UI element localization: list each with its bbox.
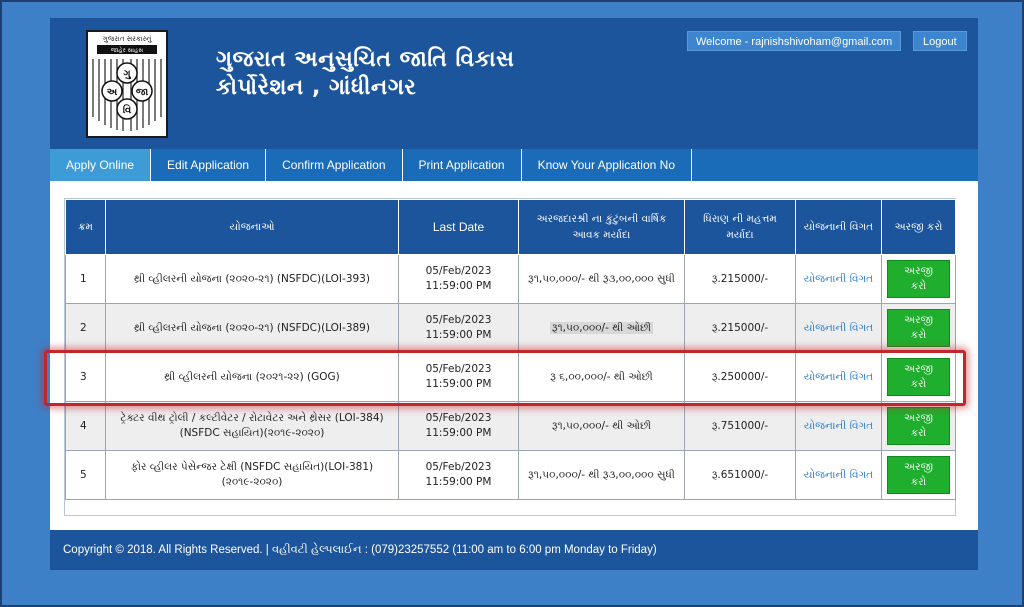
- scheme-table-container: ક્રમ યોજનાઓ Last Date અરજદારશ્રી ના કુંટ…: [64, 198, 956, 516]
- row-income-limit: રૂ૧,૫૦,૦૦૦/- થી ઓછી: [518, 401, 685, 451]
- row-serial: 4: [65, 401, 106, 451]
- row-details-cell: યોજનાની વિગત: [795, 352, 882, 402]
- row-max-loan: રૂ.215000/-: [684, 254, 796, 304]
- apply-button[interactable]: અરજી કરો: [887, 358, 950, 396]
- scheme-details-link[interactable]: યોજનાની વિગત: [804, 273, 873, 285]
- row-details-cell: યોજનાની વિગત: [795, 303, 882, 353]
- row-apply-cell: અરજી કરો: [881, 254, 956, 304]
- table-header-row: ક્રમ યોજનાઓ Last Date અરજદારશ્રી ના કુંટ…: [65, 199, 956, 255]
- row-serial: 3: [65, 352, 106, 402]
- row-apply-cell: અરજી કરો: [881, 450, 956, 500]
- logo-letter-top: ગુ: [123, 69, 131, 80]
- logo-letter-bottom: વિ: [123, 103, 132, 116]
- row-scheme-name: ફોર વ્હીલર પેસેન્જર ટેક્ષી (NSFDC સહાયિત…: [105, 450, 399, 500]
- main-nav: Apply Online Edit Application Confirm Ap…: [50, 149, 978, 181]
- logo-top-text: ગુજરાત સરકારનું: [103, 35, 152, 43]
- row-apply-cell: અરજી કરો: [881, 401, 956, 451]
- row-details-cell: યોજનાની વિગત: [795, 401, 882, 451]
- logo-sub-text: જાહેર સાહસ: [111, 46, 143, 54]
- row-last-date: 05/Feb/2023 11:59:00 PM: [398, 254, 519, 304]
- scheme-details-link[interactable]: યોજનાની વિગત: [804, 371, 873, 383]
- row-apply-cell: અરજી કરો: [881, 303, 956, 353]
- table-row: 1 થ્રી વ્હીલરની યોજના (૨૦૨૦-૨૧) (NSFDC)(…: [65, 254, 956, 304]
- scheme-details-link[interactable]: યોજનાની વિગત: [804, 420, 873, 432]
- table-row: 2 થ્રી વ્હીલરની યોજના (૨૦૨૦-૨૧) (NSFDC)(…: [65, 303, 956, 353]
- row-max-loan: રૂ.250000/-: [684, 352, 796, 402]
- row-scheme-name: થ્રી વ્હીલરની યોજના (૨૦૨૧-૨૨) (GOG): [105, 352, 399, 402]
- row-income-limit: રૂ ૬,૦૦,૦૦૦/- થી ઓછી: [518, 352, 685, 402]
- logo-letter-right: જા: [136, 87, 149, 98]
- row-details-cell: યોજનાની વિગત: [795, 254, 882, 304]
- header-scheme-details: યોજનાની વિગત: [795, 199, 882, 255]
- nav-confirm-application[interactable]: Confirm Application: [266, 149, 403, 181]
- header-income-limit: અરજદારશ્રી ના કુંટુંબની વાર્ષિક આવક મર્ય…: [518, 199, 685, 255]
- table-row: 3 થ્રી વ્હીલરની યોજના (૨૦૨૧-૨૨) (GOG) 05…: [65, 352, 956, 402]
- row-income-limit: રૂ૧,૫૦,૦૦૦/- થી રૂ૩,૦૦,૦૦૦ સુધી: [518, 450, 685, 500]
- nav-print-application[interactable]: Print Application: [403, 149, 522, 181]
- scheme-details-link[interactable]: યોજનાની વિગત: [804, 469, 873, 481]
- site-footer: Copyright © 2018. All Rights Reserved. |…: [50, 530, 978, 570]
- organization-title-line2: કોર્પોરેશન , ગાંધીનગર: [216, 75, 417, 100]
- row-scheme-name: થ્રી વ્હીલરની યોજના (૨૦૨૦-૨૧) (NSFDC)(LO…: [105, 303, 399, 353]
- table-row: 4 ટ્રેક્ટર વીથ ટ્રોલી / કલ્ટીવેટર / રોટા…: [65, 401, 956, 451]
- header-schemes: યોજનાઓ: [105, 199, 399, 255]
- row-last-date: 05/Feb/2023 11:59:00 PM: [398, 401, 519, 451]
- nav-apply-online[interactable]: Apply Online: [50, 149, 152, 181]
- row-last-date: 05/Feb/2023 11:59:00 PM: [398, 450, 519, 500]
- site-header: ગુજરાત સરકારનું જાહેર સાહસ ગુ અ જા વિ ગુ…: [50, 18, 978, 149]
- header-max-loan: ધિરાણ ની મહત્તમ મર્યાદા: [684, 199, 796, 255]
- apply-button[interactable]: અરજી કરો: [887, 309, 950, 347]
- logo-letter-left: અ: [107, 87, 118, 98]
- row-scheme-name: થ્રી વ્હીલરની યોજના (૨૦૨૦-૨૧) (NSFDC)(LO…: [105, 254, 399, 304]
- scheme-table: ક્રમ યોજનાઓ Last Date અરજદારશ્રી ના કુંટ…: [65, 199, 956, 500]
- page: ગુજરાત સરકારનું જાહેર સાહસ ગુ અ જા વિ ગુ…: [50, 18, 978, 570]
- row-max-loan: રૂ.651000/-: [684, 450, 796, 500]
- scheme-details-link[interactable]: યોજનાની વિગત: [804, 322, 873, 334]
- table-row: 5 ફોર વ્હીલર પેસેન્જર ટેક્ષી (NSFDC સહાય…: [65, 450, 956, 500]
- row-max-loan: રૂ.215000/-: [684, 303, 796, 353]
- row-scheme-name: ટ્રેક્ટર વીથ ટ્રોલી / કલ્ટીવેટર / રોટાવે…: [105, 401, 399, 451]
- row-serial: 5: [65, 450, 106, 500]
- row-serial: 2: [65, 303, 106, 353]
- header-apply: અરજી કરો: [881, 199, 956, 255]
- row-last-date: 05/Feb/2023 11:59:00 PM: [398, 303, 519, 353]
- organization-title-line1: ગુજરાત અનુસુચિત જાતિ વિકાસ: [216, 47, 515, 72]
- nav-edit-application[interactable]: Edit Application: [151, 149, 267, 181]
- welcome-user-link[interactable]: Welcome - rajnishshivoham@gmail.com: [687, 31, 902, 51]
- row-apply-cell: અરજી કરો: [881, 352, 956, 402]
- row-serial: 1: [65, 254, 106, 304]
- row-income-limit: રૂ૧,૫૦,૦૦૦/- થી રૂ૩,૦૦,૦૦૦ સુધી: [518, 254, 685, 304]
- row-income-limit-text: રૂ૧,૫૦,૦૦૦/- થી ઓછી: [549, 321, 654, 334]
- apply-button[interactable]: અરજી કરો: [887, 456, 950, 494]
- apply-button[interactable]: અરજી કરો: [887, 260, 950, 298]
- logout-button[interactable]: Logout: [913, 31, 967, 51]
- row-income-limit: રૂ૧,૫૦,૦૦૦/- થી ઓછી: [518, 303, 685, 353]
- header-serial: ક્રમ: [65, 199, 106, 255]
- nav-know-application-no[interactable]: Know Your Application No: [522, 149, 692, 181]
- apply-button[interactable]: અરજી કરો: [887, 407, 950, 445]
- organization-logo: ગુજરાત સરકારનું જાહેર સાહસ ગુ અ જા વિ: [86, 30, 168, 138]
- header-last-date: Last Date: [398, 199, 519, 255]
- row-last-date: 05/Feb/2023 11:59:00 PM: [398, 352, 519, 402]
- row-details-cell: યોજનાની વિગત: [795, 450, 882, 500]
- row-max-loan: રૂ.751000/-: [684, 401, 796, 451]
- organization-title: ગુજરાત અનુસુચિત જાતિ વિકાસ કોર્પોરેશન , …: [216, 46, 514, 102]
